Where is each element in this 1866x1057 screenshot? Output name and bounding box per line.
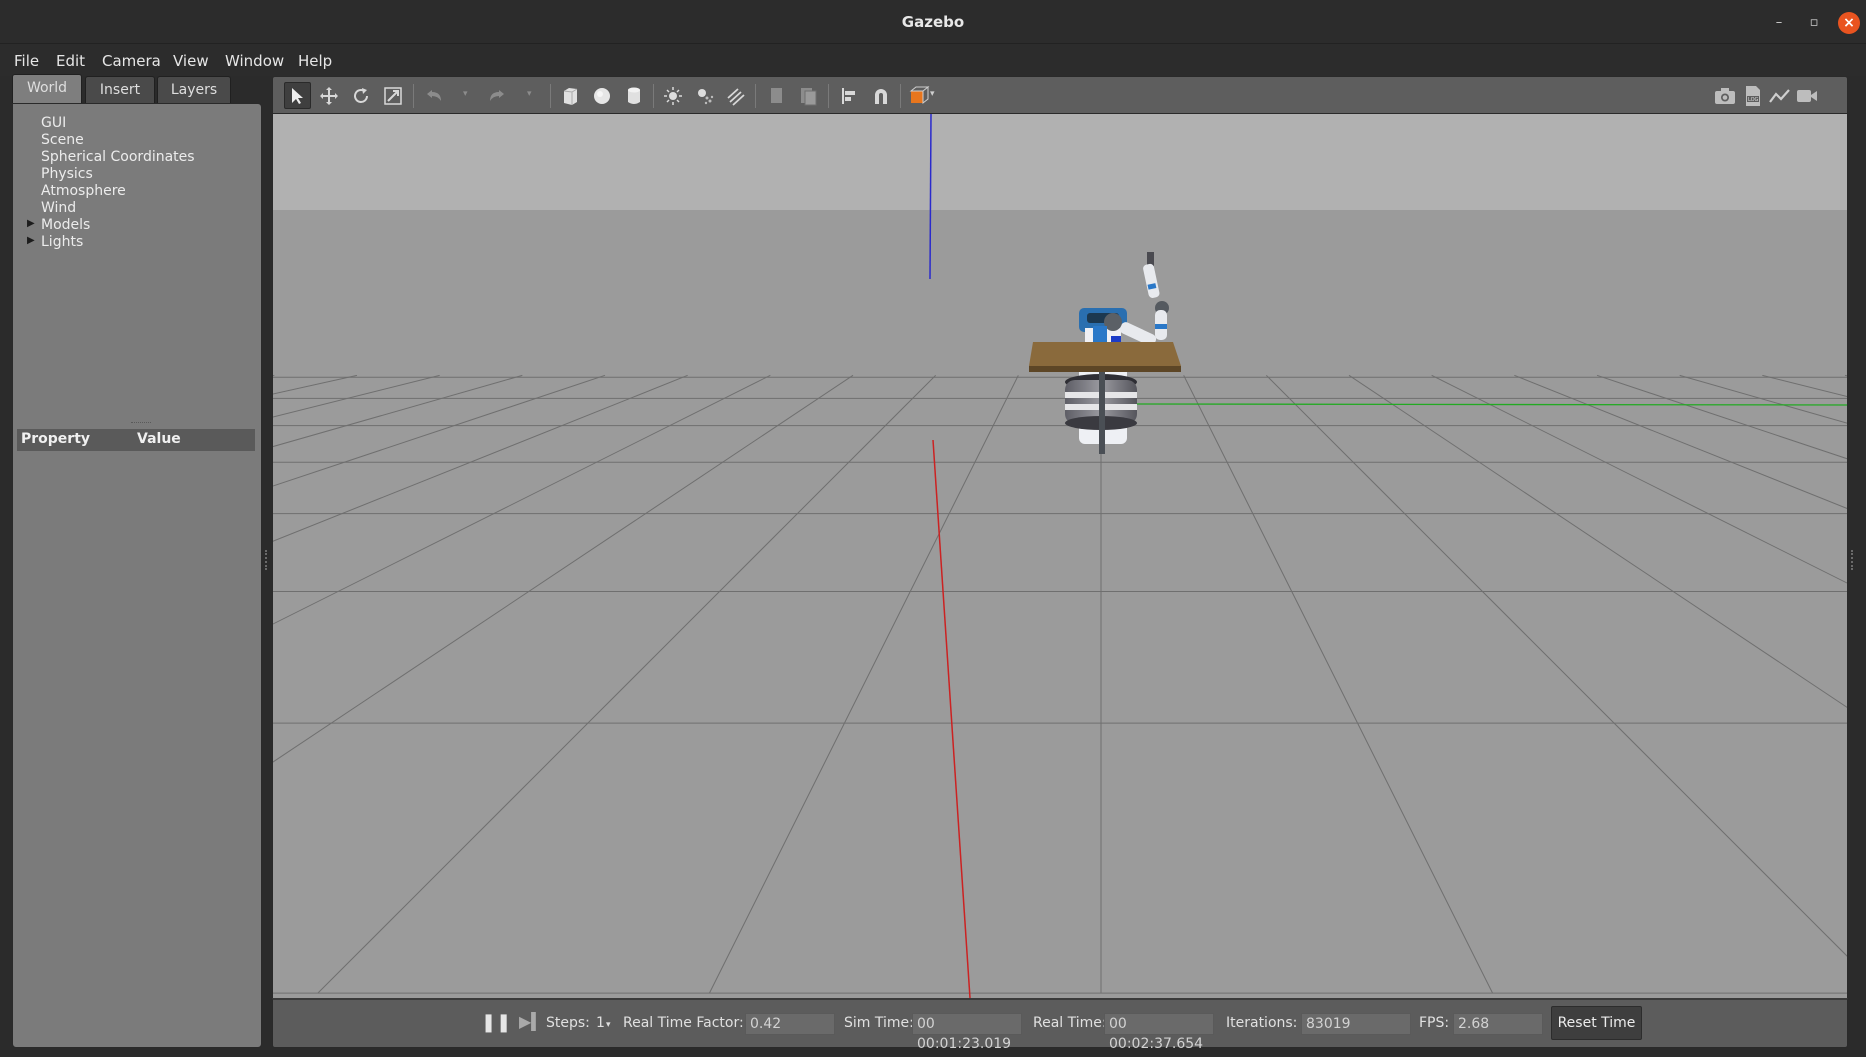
property-column-header[interactable]: Property [21, 431, 90, 447]
tree-item-wind[interactable]: Wind [41, 200, 76, 216]
menu-edit[interactable]: Edit [56, 52, 85, 70]
z-axis-line [929, 114, 932, 280]
status-bar: ❚❚ ▶▍ Steps: 1 ▾ Real Time Factor: 0.42 … [272, 998, 1848, 1052]
menu-file[interactable]: File [14, 52, 39, 70]
scene-render [273, 114, 1847, 998]
plot-icon[interactable] [1766, 82, 1793, 109]
box-shape-icon[interactable] [556, 82, 583, 109]
rotate-mode-icon[interactable] [347, 82, 374, 109]
select-mode-icon[interactable] [284, 82, 311, 109]
toolbar-separator [900, 84, 901, 108]
close-icon[interactable]: × [1838, 12, 1860, 34]
iterations-label: Iterations: [1226, 1015, 1298, 1031]
directional-light-icon[interactable] [722, 82, 749, 109]
table-pole [1099, 372, 1105, 454]
table-top [1029, 342, 1181, 366]
real-time-factor-field: 0.42 [745, 1013, 835, 1035]
undo-icon[interactable] [420, 82, 447, 109]
cylinder-shape-icon[interactable] [620, 82, 647, 109]
snap-icon[interactable] [867, 82, 894, 109]
step-icon[interactable]: ▶▍ [519, 1012, 544, 1036]
robot-arm-ring [1155, 324, 1167, 329]
title-bar: Gazebo – ▫ × [0, 0, 1866, 44]
toolbar-separator [550, 84, 551, 108]
menu-view[interactable]: View [173, 52, 209, 70]
expand-arrow-icon[interactable]: ▶ [27, 218, 35, 229]
redo-icon[interactable] [483, 82, 510, 109]
real-time-factor-label: Real Time Factor: [623, 1015, 744, 1031]
tree-item-atmosphere[interactable]: Atmosphere [41, 183, 126, 199]
video-record-icon[interactable] [1793, 82, 1820, 109]
scene-viewport[interactable] [272, 114, 1848, 998]
toolbar: ▾ ▾ ▾ LOG [272, 76, 1848, 114]
robot-gripper [1147, 252, 1154, 266]
tab-insert[interactable]: Insert [85, 76, 155, 103]
reset-time-button[interactable]: Reset Time [1551, 1006, 1642, 1040]
steps-label: Steps: [546, 1015, 590, 1031]
pause-icon[interactable]: ❚❚ [481, 1012, 511, 1036]
property-table-header: Property Value [17, 429, 255, 451]
svg-text:LOG: LOG [1748, 97, 1759, 103]
world-tree-panel: GUI Scene Spherical Coordinates Physics … [12, 103, 262, 1048]
tab-layers[interactable]: Layers [157, 76, 231, 103]
scale-mode-icon[interactable] [379, 82, 406, 109]
tree-item-models[interactable]: ▶ Models [27, 217, 90, 233]
tree-item-physics[interactable]: Physics [41, 166, 93, 182]
point-light-icon[interactable] [659, 82, 686, 109]
sim-time-label: Sim Time: [844, 1015, 914, 1031]
tree-item-scene[interactable]: Scene [41, 132, 84, 148]
redo-history-dropdown-icon[interactable]: ▾ [527, 89, 532, 99]
align-icon[interactable] [835, 82, 862, 109]
toolbar-separator [828, 84, 829, 108]
fps-field: 2.68 [1453, 1013, 1543, 1035]
window-title: Gazebo [901, 13, 965, 31]
screenshot-icon[interactable] [1711, 82, 1738, 109]
undo-history-dropdown-icon[interactable]: ▾ [463, 89, 468, 99]
left-panel: World Insert Layers GUI Scene Spherical … [12, 74, 262, 1048]
menu-bar: File Edit Camera View Window Help [0, 44, 1866, 76]
copy-icon[interactable] [762, 82, 789, 109]
steps-value[interactable]: 1 [596, 1015, 605, 1031]
value-column-header[interactable]: Value [137, 431, 181, 447]
tree-item-gui[interactable]: GUI [41, 115, 66, 131]
toolbar-separator [653, 84, 654, 108]
menu-window[interactable]: Window [225, 52, 284, 70]
left-panel-splitter-handle[interactable] [265, 550, 268, 570]
spot-light-icon[interactable] [691, 82, 718, 109]
sky-background [273, 114, 1847, 212]
right-panel-splitter-handle[interactable] [1851, 550, 1854, 570]
sphere-shape-icon[interactable] [588, 82, 615, 109]
real-time-label: Real Time: [1033, 1015, 1107, 1031]
tab-world[interactable]: World [12, 74, 82, 104]
expand-arrow-icon[interactable]: ▶ [27, 235, 35, 246]
property-splitter-handle[interactable] [131, 422, 151, 424]
table-edge [1029, 366, 1181, 372]
iterations-field: 83019 [1301, 1013, 1411, 1035]
minimize-icon[interactable]: – [1768, 12, 1790, 34]
toolbar-separator [755, 84, 756, 108]
view-angle-icon[interactable] [906, 82, 933, 109]
log-icon[interactable]: LOG [1739, 82, 1766, 109]
maximize-icon[interactable]: ▫ [1803, 12, 1825, 34]
translate-mode-icon[interactable] [315, 82, 342, 109]
tree-item-lights[interactable]: ▶ Lights [27, 234, 83, 250]
fps-label: FPS: [1419, 1015, 1450, 1031]
toolbar-separator [413, 84, 414, 108]
paste-icon[interactable] [794, 82, 821, 109]
real-time-field: 00 00:02:37.654 [1104, 1013, 1214, 1052]
view-angle-dropdown-icon[interactable]: ▾ [930, 89, 935, 99]
tree-item-spherical-coordinates[interactable]: Spherical Coordinates [41, 149, 195, 165]
sim-time-field: 00 00:01:23.019 [912, 1013, 1022, 1052]
menu-help[interactable]: Help [298, 52, 332, 70]
steps-dropdown-icon[interactable]: ▾ [606, 1020, 611, 1030]
robot-shoulder-pan [1093, 326, 1107, 342]
menu-camera[interactable]: Camera [102, 52, 161, 70]
